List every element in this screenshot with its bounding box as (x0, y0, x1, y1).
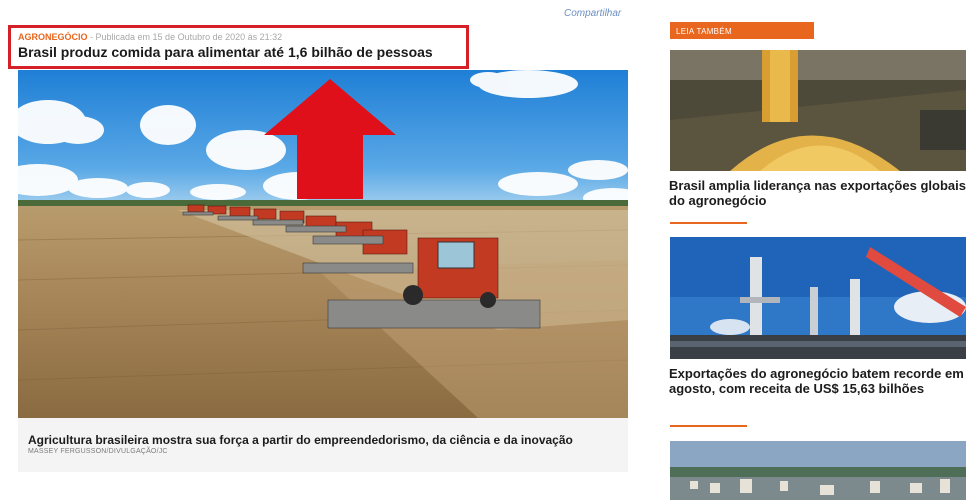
related-image-port[interactable] (670, 237, 966, 359)
related-article-title[interactable]: Exportações do agronegócio batem recorde… (669, 366, 966, 396)
published-date: Publicada em 15 de Outubro de 2020 às 21… (95, 32, 283, 42)
category-link[interactable]: AGRONEGÓCIO (18, 32, 88, 42)
image-caption: Agricultura brasileira mostra sua força … (28, 433, 573, 447)
red-up-arrow-icon (264, 79, 396, 199)
related-article-title[interactable]: Brasil amplia liderança nas exportações … (669, 178, 966, 208)
related-image-city[interactable] (670, 441, 966, 500)
article-headline: Brasil produz comida para alimentar até … (18, 44, 433, 60)
related-image-corn[interactable] (670, 50, 966, 171)
meta-separator: - (87, 32, 96, 42)
image-credit: MASSEY FERGUSSON/DIVULGAÇÃO/JC (28, 448, 168, 455)
article-meta: AGRONEGÓCIO - Publicada em 15 de Outubro… (18, 32, 282, 42)
share-link[interactable]: Compartilhar (564, 8, 621, 19)
divider (670, 425, 747, 427)
leia-tambem-label: LEIA TAMBÉM (670, 22, 814, 39)
divider (670, 222, 747, 224)
